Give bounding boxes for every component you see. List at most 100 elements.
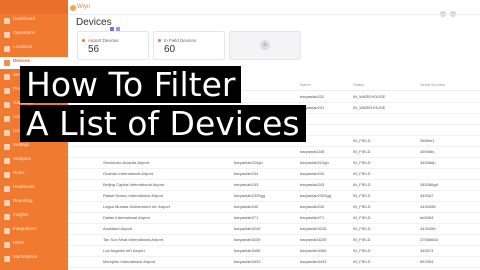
sidebar-item-label: Reporting bbox=[13, 198, 33, 203]
report-icon bbox=[4, 200, 10, 206]
cell-name: Auckland Airport bbox=[103, 226, 133, 231]
card-dot-icon bbox=[158, 39, 161, 42]
cell-name: Dallas International Airport bbox=[103, 215, 150, 220]
sidebar-item-label: Healthcare bbox=[13, 184, 35, 189]
cell-account: baryanlab224gh bbox=[234, 160, 263, 165]
sidebar-item-integrations[interactable]: Integrations bbox=[0, 225, 68, 237]
cell-status: IN_FIELD bbox=[353, 215, 371, 220]
group-icon bbox=[4, 130, 10, 136]
cell-status: IN_FIELD bbox=[353, 171, 371, 176]
cell-serial: 4593fds bbox=[420, 149, 435, 154]
cell-devname: baryanlab243 bbox=[300, 182, 325, 187]
cell-status: IN_FIELD bbox=[353, 182, 371, 187]
mdm-icon bbox=[4, 242, 10, 248]
cell-status: IN_FIELD bbox=[353, 160, 371, 165]
cell-account: baryanlab2325gg bbox=[234, 193, 265, 198]
cell-account: baryanlab240 bbox=[234, 204, 259, 209]
gateway-icon bbox=[4, 102, 10, 108]
gear-icon bbox=[4, 144, 10, 150]
cell-devname: baryanlab234 bbox=[300, 171, 325, 176]
cell-status: IN_FIELD bbox=[353, 193, 371, 198]
cell-status: IN_WAREHOUSE bbox=[353, 105, 386, 110]
top-toolbar bbox=[436, 4, 470, 17]
cell-name: Memphis International Airport bbox=[103, 259, 156, 264]
sidebar-item-label: Locations bbox=[13, 44, 33, 49]
cell-account: baryanlab3433 bbox=[234, 259, 261, 264]
add-card[interactable]: + bbox=[229, 31, 301, 60]
cell-serial: 3565ef1 bbox=[420, 138, 435, 143]
sidebar-item-label: Analytics bbox=[13, 156, 32, 161]
cell-status: IN_FIELD bbox=[353, 237, 371, 242]
cell-devname: baryanlab271 bbox=[300, 215, 325, 220]
cell-serial: 4433456 bbox=[420, 204, 436, 209]
sidebar-item-label: Integrations bbox=[13, 226, 37, 231]
analytics-icon bbox=[4, 158, 10, 164]
cell-serial: 3453d7 bbox=[420, 193, 434, 198]
cell-name: Beijing Capital International Airport bbox=[103, 182, 165, 187]
cell-serial: ad3454 bbox=[420, 215, 434, 220]
card-value: 56 bbox=[88, 44, 100, 55]
column-header[interactable]: Status bbox=[353, 82, 364, 87]
sidebar-item-analytics[interactable]: Analytics bbox=[0, 155, 68, 167]
cell-serial: 345366p bbox=[420, 160, 436, 165]
cell-account: baryanlab3456 bbox=[234, 248, 261, 253]
app-logo[interactable]: Wiyn bbox=[70, 3, 92, 13]
card-value: 60 bbox=[164, 44, 176, 55]
view-toggle[interactable] bbox=[110, 19, 134, 32]
cell-devname: baryanlab3456 bbox=[300, 248, 327, 253]
cell-devname: baryanlab245 bbox=[300, 149, 325, 154]
cell-account: baryanlab3245 bbox=[234, 226, 261, 231]
in-field-devices-card[interactable]: In Field Devices 60 bbox=[153, 31, 225, 60]
cell-devname: baryanlab2325gg bbox=[300, 193, 331, 198]
cell-serial: 3756666d bbox=[420, 237, 438, 242]
column-header[interactable]: Name bbox=[300, 82, 311, 87]
rules-icon bbox=[4, 172, 10, 178]
cell-devname: baryanlab3239 bbox=[300, 237, 327, 242]
cell-serial: 345366gd bbox=[420, 182, 438, 187]
user-icon bbox=[4, 116, 10, 122]
video-title-line-2: A List of Devices bbox=[20, 105, 306, 142]
cell-account: baryanlab234 bbox=[234, 171, 259, 176]
sidebar-item-reporting[interactable]: Reporting bbox=[0, 197, 68, 209]
card-label: Airport Devices bbox=[88, 38, 119, 43]
sidebar-item-rules[interactable]: Rules bbox=[0, 169, 68, 181]
cell-serial: 687654 bbox=[420, 259, 434, 264]
marketplace-icon bbox=[4, 256, 10, 262]
cell-devname: baryanlab224gh bbox=[300, 160, 329, 165]
sidebar-item-label: Insights bbox=[13, 212, 29, 217]
sidebar-item-label: Dashboard bbox=[13, 16, 36, 21]
sidebar-item-label: MDM bbox=[13, 240, 24, 245]
cell-name: Stockholm Arlanda Airport bbox=[103, 160, 150, 165]
cell-status: IN_FIELD bbox=[353, 226, 371, 231]
cell-name: Tan Son Nhat International Airport bbox=[103, 237, 164, 242]
dashboard-icon bbox=[4, 18, 10, 24]
card-label: In Field Devices bbox=[164, 38, 197, 43]
device-icon bbox=[4, 60, 10, 66]
sidebar-item-dashboard[interactable]: Dashboard bbox=[0, 15, 68, 27]
sidebar-item-healthcare[interactable]: Healthcare bbox=[0, 183, 68, 195]
sidebar-item-locations[interactable]: Locations bbox=[0, 43, 68, 55]
column-header[interactable]: Serial Number bbox=[420, 82, 446, 87]
cell-status: IN_WAREHOUSE bbox=[353, 94, 386, 99]
sensor-icon bbox=[4, 74, 10, 80]
cell-status: IN_FIELD bbox=[353, 248, 371, 253]
sidebar-item-label: Rules bbox=[13, 170, 25, 175]
sidebar-item-operations[interactable]: Operations bbox=[0, 29, 68, 41]
table-row[interactable]: Memphis International Airport baryanlab34… bbox=[68, 256, 480, 268]
cell-serial: 4433456 bbox=[420, 226, 436, 231]
healthcare-icon bbox=[4, 186, 10, 192]
card-dot-icon bbox=[82, 39, 85, 42]
integration-icon bbox=[4, 228, 10, 234]
sidebar-item-mdm[interactable]: MDM bbox=[0, 239, 68, 251]
cell-name: Lagos Murtala Muhammed Int. Airport bbox=[103, 204, 170, 209]
sidebar-item-insights[interactable]: Insights bbox=[0, 211, 68, 223]
cell-name: Los Angeles Int'l Airport bbox=[103, 248, 145, 253]
cell-devname: baryanlab3245 bbox=[300, 226, 327, 231]
sidebar-item-marketplace[interactable]: Marketplace bbox=[0, 253, 68, 265]
sidebar-item-label: Marketplace bbox=[13, 254, 38, 259]
cell-devname: baryanlab232 bbox=[300, 94, 325, 99]
airport-devices-card[interactable]: Airport Devices 56 bbox=[77, 31, 149, 60]
cell-devname: baryanlab240 bbox=[300, 204, 325, 209]
sidebar-header bbox=[0, 0, 68, 14]
cell-status: IN_FIELD bbox=[353, 138, 371, 143]
